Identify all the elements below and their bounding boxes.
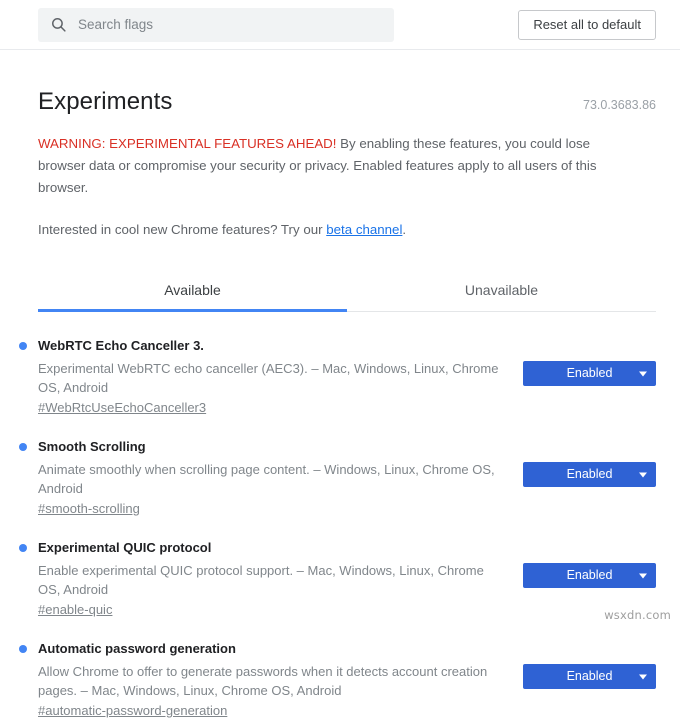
flag-title: Experimental QUIC protocol bbox=[38, 540, 212, 555]
flag-row: WebRTC Echo Canceller 3. Experimental We… bbox=[19, 337, 656, 417]
flag-control: Enabled bbox=[523, 438, 656, 487]
flag-state-select[interactable]: Enabled bbox=[523, 664, 656, 689]
flag-title-line: Smooth Scrolling bbox=[19, 438, 507, 456]
tab-bar: Available Unavailable bbox=[38, 270, 656, 312]
flag-permalink[interactable]: #smooth-scrolling bbox=[38, 501, 140, 516]
tab-unavailable[interactable]: Unavailable bbox=[347, 270, 656, 311]
search-icon bbox=[52, 18, 66, 32]
watermark: wsxdn.com bbox=[604, 608, 671, 622]
warning-text: WARNING: EXPERIMENTAL FEATURES AHEAD! By… bbox=[38, 133, 628, 199]
flag-description: Animate smoothly when scrolling page con… bbox=[38, 462, 495, 496]
flag-status-dot-icon bbox=[19, 645, 27, 653]
flag-title-line: WebRTC Echo Canceller 3. bbox=[19, 337, 507, 355]
flag-info: Smooth Scrolling Animate smoothly when s… bbox=[19, 438, 523, 518]
flag-state-label: Enabled bbox=[566, 669, 613, 683]
flag-description: Allow Chrome to offer to generate passwo… bbox=[38, 664, 488, 698]
chevron-down-icon bbox=[639, 472, 647, 477]
flag-status-dot-icon bbox=[19, 443, 27, 451]
flag-state-label: Enabled bbox=[566, 366, 613, 380]
flag-state-label: Enabled bbox=[566, 568, 613, 582]
flag-title: Smooth Scrolling bbox=[38, 439, 146, 454]
flag-permalink[interactable]: #WebRtcUseEchoCanceller3 bbox=[38, 400, 206, 415]
flag-title: Automatic password generation bbox=[38, 641, 236, 656]
search-input[interactable] bbox=[78, 17, 382, 32]
reset-all-to-default-button[interactable]: Reset all to default bbox=[518, 9, 656, 40]
beta-suffix: . bbox=[402, 222, 407, 237]
flag-control: Enabled bbox=[523, 337, 656, 386]
flag-info: Experimental QUIC protocol Enable experi… bbox=[19, 539, 523, 619]
flag-description: Enable experimental QUIC protocol suppor… bbox=[38, 563, 484, 597]
flag-info: WebRTC Echo Canceller 3. Experimental We… bbox=[19, 337, 523, 417]
flag-info: Automatic password generation Allow Chro… bbox=[19, 640, 523, 720]
chevron-down-icon bbox=[639, 674, 647, 679]
flag-title: WebRTC Echo Canceller 3. bbox=[38, 338, 204, 353]
version-label: 73.0.3683.86 bbox=[583, 98, 656, 112]
page-title: Experiments bbox=[38, 88, 173, 115]
flag-description: Experimental WebRTC echo canceller (AEC3… bbox=[38, 361, 499, 395]
flag-status-dot-icon bbox=[19, 544, 27, 552]
beta-channel-text: Interested in cool new Chrome features? … bbox=[38, 219, 656, 241]
flag-control: Enabled bbox=[523, 539, 656, 588]
flag-status-dot-icon bbox=[19, 342, 27, 350]
chevron-down-icon bbox=[639, 371, 647, 376]
flag-permalink[interactable]: #automatic-password-generation bbox=[38, 703, 227, 718]
page-content: Experiments 73.0.3683.86 WARNING: EXPERI… bbox=[0, 50, 680, 720]
flag-row: Automatic password generation Allow Chro… bbox=[19, 640, 656, 720]
flag-row: Experimental QUIC protocol Enable experi… bbox=[19, 539, 656, 619]
title-row: Experiments 73.0.3683.86 bbox=[38, 50, 656, 116]
search-box[interactable] bbox=[38, 7, 394, 42]
flag-state-label: Enabled bbox=[566, 467, 613, 481]
warning-heading: WARNING: EXPERIMENTAL FEATURES AHEAD! bbox=[38, 136, 337, 151]
flag-state-select[interactable]: Enabled bbox=[523, 462, 656, 487]
flag-permalink[interactable]: #enable-quic bbox=[38, 602, 112, 617]
tab-available[interactable]: Available bbox=[38, 270, 347, 312]
top-toolbar: Reset all to default bbox=[0, 0, 680, 50]
flag-title-line: Experimental QUIC protocol bbox=[19, 539, 507, 557]
flag-row: Smooth Scrolling Animate smoothly when s… bbox=[19, 438, 656, 518]
beta-channel-link[interactable]: beta channel bbox=[326, 222, 402, 237]
flag-state-select[interactable]: Enabled bbox=[523, 361, 656, 386]
flag-title-line: Automatic password generation bbox=[19, 640, 507, 658]
chevron-down-icon bbox=[639, 573, 647, 578]
flag-control: Enabled bbox=[523, 640, 656, 689]
flag-state-select[interactable]: Enabled bbox=[523, 563, 656, 588]
flag-list: WebRTC Echo Canceller 3. Experimental We… bbox=[19, 337, 656, 720]
beta-prefix: Interested in cool new Chrome features? … bbox=[38, 222, 327, 237]
